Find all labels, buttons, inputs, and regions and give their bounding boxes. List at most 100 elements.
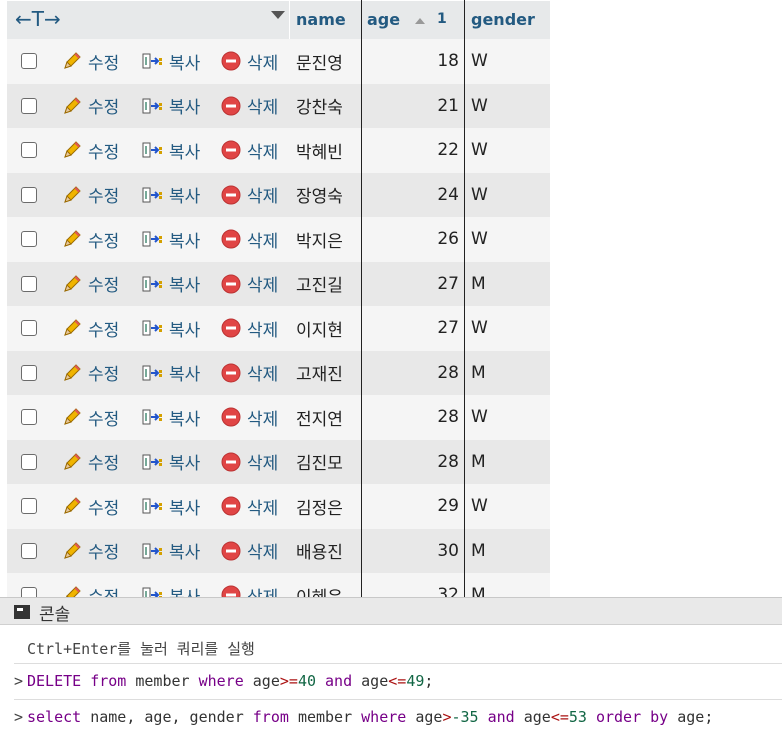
cell-age[interactable]: 28 <box>367 395 459 440</box>
cell-name[interactable]: 문진영 <box>296 39 343 84</box>
delete-link[interactable]: 삭제 <box>221 395 278 440</box>
row-checkbox[interactable] <box>21 186 37 203</box>
cell-name[interactable]: 고진길 <box>296 262 343 307</box>
cell-name[interactable]: 박지은 <box>296 217 343 262</box>
delete-link[interactable]: 삭제 <box>221 262 278 307</box>
copy-link[interactable]: 복사 <box>141 84 200 129</box>
delete-link[interactable]: 삭제 <box>221 573 278 597</box>
table-row[interactable]: 수정 복사 삭제 박혜빈 22 W <box>7 128 550 173</box>
table-row[interactable]: 수정 복사 삭제 고진길 27 M <box>7 261 550 307</box>
copy-link[interactable]: 복사 <box>141 573 200 597</box>
edit-link[interactable]: 수정 <box>62 173 119 218</box>
table-row[interactable]: 수정 복사 삭제 이지현 27 W <box>7 306 550 351</box>
edit-link[interactable]: 수정 <box>62 484 119 529</box>
edit-link[interactable]: 수정 <box>62 573 119 597</box>
edit-link[interactable]: 수정 <box>62 217 119 262</box>
copy-link[interactable]: 복사 <box>141 39 200 84</box>
cell-age[interactable]: 24 <box>367 173 459 218</box>
cell-gender[interactable]: M <box>471 573 486 597</box>
row-checkbox[interactable] <box>21 53 37 69</box>
row-checkbox[interactable] <box>21 142 37 158</box>
cell-name[interactable]: 김진모 <box>296 440 343 485</box>
cell-gender[interactable]: M <box>471 529 486 574</box>
edit-link[interactable]: 수정 <box>62 128 119 173</box>
row-checkbox[interactable] <box>21 275 37 292</box>
copy-link[interactable]: 복사 <box>141 262 200 307</box>
table-row[interactable]: 수정 복사 삭제 이혜은 32 M <box>7 573 550 597</box>
cell-gender[interactable]: W <box>471 84 488 129</box>
copy-link[interactable]: 복사 <box>141 529 200 574</box>
cell-name[interactable]: 강찬숙 <box>296 84 343 129</box>
table-row[interactable]: 수정 복사 삭제 박지은 26 W <box>7 217 550 262</box>
column-header-name[interactable]: name <box>296 0 346 39</box>
copy-link[interactable]: 복사 <box>141 440 200 485</box>
table-row[interactable]: 수정 복사 삭제 김진모 28 M <box>7 439 550 485</box>
edit-link[interactable]: 수정 <box>62 440 119 485</box>
cell-age[interactable]: 29 <box>367 484 459 529</box>
console-header[interactable]: 콘솔 <box>0 597 782 625</box>
row-checkbox[interactable] <box>21 97 37 114</box>
row-checkbox[interactable] <box>21 409 37 425</box>
cell-age[interactable]: 32 <box>367 573 459 597</box>
delete-link[interactable]: 삭제 <box>221 306 278 351</box>
cell-gender[interactable]: W <box>471 395 488 440</box>
triangle-down-icon[interactable] <box>271 11 285 19</box>
edit-link[interactable]: 수정 <box>62 529 119 574</box>
cell-age[interactable]: 27 <box>367 306 459 351</box>
copy-link[interactable]: 복사 <box>141 128 200 173</box>
table-row[interactable]: 수정 복사 삭제 문진영 18 W <box>7 39 550 84</box>
edit-link[interactable]: 수정 <box>62 84 119 129</box>
edit-link[interactable]: 수정 <box>62 262 119 307</box>
row-checkbox[interactable] <box>21 453 37 470</box>
cell-gender[interactable]: M <box>471 351 486 396</box>
row-checkbox[interactable] <box>21 542 37 559</box>
cell-age[interactable]: 18 <box>367 39 459 84</box>
row-checkbox[interactable] <box>21 231 37 247</box>
delete-link[interactable]: 삭제 <box>221 173 278 218</box>
row-checkbox[interactable] <box>21 498 37 514</box>
cell-age[interactable]: 27 <box>367 262 459 307</box>
cell-name[interactable]: 이지현 <box>296 306 343 351</box>
table-row[interactable]: 수정 복사 삭제 장영숙 24 W <box>7 172 550 218</box>
copy-link[interactable]: 복사 <box>141 217 200 262</box>
edit-link[interactable]: 수정 <box>62 351 119 396</box>
delete-link[interactable]: 삭제 <box>221 128 278 173</box>
cell-gender[interactable]: W <box>471 484 488 529</box>
copy-link[interactable]: 복사 <box>141 484 200 529</box>
edit-link[interactable]: 수정 <box>62 395 119 440</box>
cell-gender[interactable]: W <box>471 217 488 262</box>
column-header-gender[interactable]: gender <box>471 0 535 39</box>
table-row[interactable]: 수정 복사 삭제 전지연 28 W <box>7 395 550 440</box>
cell-name[interactable]: 이혜은 <box>296 573 343 597</box>
cell-age[interactable]: 21 <box>367 84 459 129</box>
delete-link[interactable]: 삭제 <box>221 39 278 84</box>
cell-gender[interactable]: W <box>471 306 488 351</box>
copy-link[interactable]: 복사 <box>141 173 200 218</box>
cell-name[interactable]: 장영숙 <box>296 173 343 218</box>
delete-link[interactable]: 삭제 <box>221 217 278 262</box>
cell-gender[interactable]: M <box>471 262 486 307</box>
cell-age[interactable]: 26 <box>367 217 459 262</box>
column-nav-arrows[interactable]: ←T→ <box>15 0 61 39</box>
cell-gender[interactable]: W <box>471 128 488 173</box>
delete-link[interactable]: 삭제 <box>221 529 278 574</box>
cell-age[interactable]: 28 <box>367 351 459 396</box>
edit-link[interactable]: 수정 <box>62 39 119 84</box>
cell-name[interactable]: 박혜빈 <box>296 128 343 173</box>
delete-link[interactable]: 삭제 <box>221 84 278 129</box>
row-checkbox[interactable] <box>21 364 37 381</box>
cell-age[interactable]: 30 <box>367 529 459 574</box>
column-header-age[interactable]: age <box>367 0 400 39</box>
table-row[interactable]: 수정 복사 삭제 배용진 30 M <box>7 528 550 574</box>
sort-ascending-icon[interactable] <box>415 18 425 24</box>
row-checkbox[interactable] <box>21 587 37 597</box>
query-history-item[interactable]: > select name, age, gender from member w… <box>14 699 782 737</box>
cell-name[interactable]: 고재진 <box>296 351 343 396</box>
copy-link[interactable]: 복사 <box>141 351 200 396</box>
delete-link[interactable]: 삭제 <box>221 351 278 396</box>
copy-link[interactable]: 복사 <box>141 306 200 351</box>
cell-name[interactable]: 배용진 <box>296 529 343 574</box>
table-row[interactable]: 수정 복사 삭제 강찬숙 21 W <box>7 83 550 129</box>
edit-link[interactable]: 수정 <box>62 306 119 351</box>
cell-age[interactable]: 28 <box>367 440 459 485</box>
